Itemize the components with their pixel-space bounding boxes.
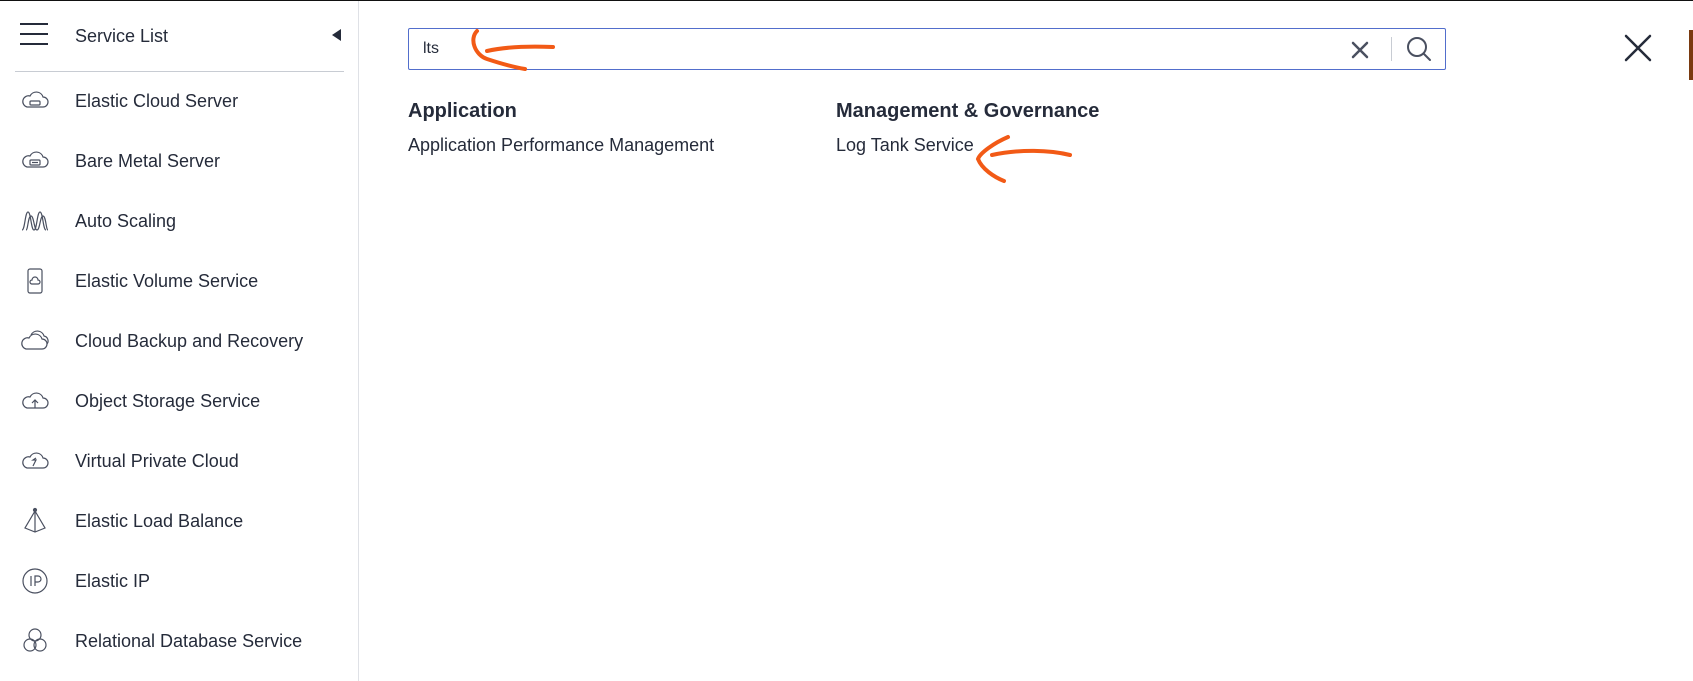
annotation-arrow-log-tank xyxy=(975,135,1072,183)
result-group-heading: Management & Governance xyxy=(836,100,1100,122)
sidebar-item-elastic-volume-service[interactable]: Elastic Volume Service xyxy=(0,252,359,312)
sidebar-item-elastic-cloud-server[interactable]: Elastic Cloud Server xyxy=(0,72,359,132)
backup-cloud-icon xyxy=(21,330,49,350)
clear-icon[interactable] xyxy=(1349,39,1371,61)
sidebar-item-cloud-backup-and-recovery[interactable]: Cloud Backup and Recovery xyxy=(0,312,359,372)
sidebar-item-label: Relational Database Service xyxy=(75,631,303,651)
sidebar-item-label: Elastic Load Balance xyxy=(75,511,244,531)
sidebar-item-label: Auto Scaling xyxy=(75,211,177,231)
auto-scaling-icon xyxy=(21,211,49,231)
search-icon[interactable] xyxy=(1404,34,1434,64)
bare-metal-icon xyxy=(22,151,49,168)
cloud-server-icon xyxy=(22,91,49,108)
sidebar-item-elastic-ip[interactable]: Elastic IP xyxy=(0,552,359,612)
upload-cloud-icon xyxy=(22,392,49,409)
window-edge xyxy=(1689,30,1693,80)
sidebar-item-label: Elastic IP xyxy=(75,571,151,591)
service-list-sidebar: Service List Elastic Cloud Server Bare M… xyxy=(0,1,359,681)
database-icon xyxy=(23,628,47,652)
result-group-heading: Application xyxy=(408,100,517,122)
sidebar-item-elastic-load-balance[interactable]: Elastic Load Balance xyxy=(0,492,359,552)
close-icon[interactable] xyxy=(1623,33,1653,63)
hamburger-menu-icon[interactable] xyxy=(20,23,48,45)
sidebar-title: Service List xyxy=(75,26,169,46)
volume-icon xyxy=(27,268,43,294)
sidebar-item-bare-metal-server[interactable]: Bare Metal Server xyxy=(0,132,359,192)
ip-icon xyxy=(22,568,48,594)
sidebar-header: Service List xyxy=(0,1,359,71)
result-group-application: Application Application Performance Mana… xyxy=(408,100,714,156)
load-balance-icon xyxy=(24,507,46,533)
sidebar-item-virtual-private-cloud[interactable]: Virtual Private Cloud xyxy=(0,432,359,492)
collapse-sidebar-icon[interactable] xyxy=(332,29,341,41)
sidebar-item-label: Bare Metal Server xyxy=(75,151,221,171)
search-divider xyxy=(1391,37,1392,61)
sidebar-item-auto-scaling[interactable]: Auto Scaling xyxy=(0,192,359,252)
sidebar-item-label: Elastic Volume Service xyxy=(75,271,259,291)
sidebar-item-relational-database-service[interactable]: Relational Database Service xyxy=(0,612,359,672)
vpc-cloud-icon xyxy=(22,452,49,469)
result-item-application-performance-management[interactable]: Application Performance Management xyxy=(408,135,714,156)
sidebar-item-label: Object Storage Service xyxy=(75,391,261,411)
sidebar-item-object-storage-service[interactable]: Object Storage Service xyxy=(0,372,359,432)
annotation-arrow-search xyxy=(471,29,555,71)
sidebar-item-label: Virtual Private Cloud xyxy=(75,451,239,471)
sidebar-item-label: Cloud Backup and Recovery xyxy=(75,331,304,351)
sidebar-item-label: Elastic Cloud Server xyxy=(75,91,239,111)
